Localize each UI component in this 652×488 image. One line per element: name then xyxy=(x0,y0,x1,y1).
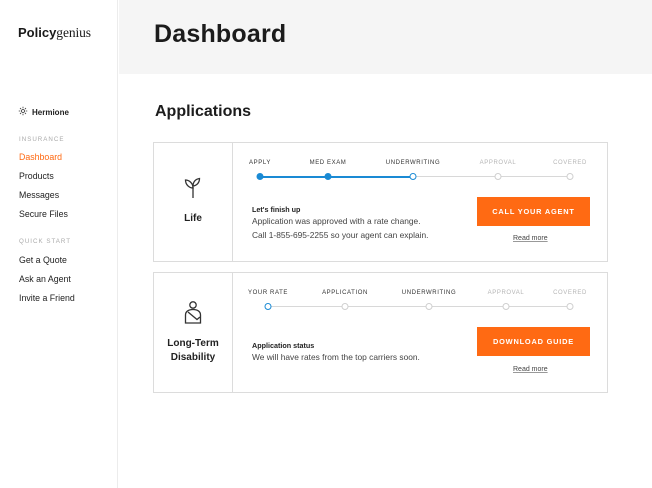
product-cell: Long-Term Disability xyxy=(154,273,233,392)
step-label: APPROVAL xyxy=(487,290,525,296)
gear-icon xyxy=(18,106,28,118)
download-guide-button[interactable]: DOWNLOAD GUIDE xyxy=(477,327,590,356)
step-label: APPROVAL xyxy=(479,160,517,166)
progress-tracker: YOUR RATE APPLICATION UNDERWRITING APPRO… xyxy=(248,290,592,320)
step-dot-future xyxy=(502,303,510,310)
step-dot-future xyxy=(425,303,433,310)
application-card-long-term-disability: Long-Term Disability YOUR RATE APPLICATI… xyxy=(153,272,608,393)
applications-title: Applications xyxy=(155,103,252,120)
person-arm-sling-icon xyxy=(183,300,203,337)
page-title: Dashboard xyxy=(154,20,287,48)
step-label: APPLICATION xyxy=(322,290,368,296)
step-dot-future xyxy=(566,173,574,180)
product-cell: Life xyxy=(154,143,233,261)
step-dot-done xyxy=(256,173,264,180)
status-message-line: Call 1-855-695-2255 so your agent can ex… xyxy=(252,230,429,240)
sidebar: Policygenius Hermione INSURANCE Dashboar… xyxy=(0,0,118,488)
application-card-life: Life APPLY MED EXAM UNDERWRITING APPROVA… xyxy=(153,142,608,262)
sidebar-item-invite-a-friend[interactable]: Invite a Friend xyxy=(19,293,75,303)
sidebar-item-dashboard[interactable]: Dashboard xyxy=(19,152,62,162)
page-header: Dashboard xyxy=(119,0,652,74)
sidebar-item-ask-an-agent[interactable]: Ask an Agent xyxy=(19,274,71,284)
status-message-line: Application was approved with a rate cha… xyxy=(252,216,421,226)
call-your-agent-button[interactable]: CALL YOUR AGENT xyxy=(477,197,590,226)
status-message-title: Application status xyxy=(252,341,315,350)
step-label: MED EXAM xyxy=(309,160,347,166)
step-label: COVERED xyxy=(553,160,587,166)
status-message-line: We will have rates from the top carriers… xyxy=(252,352,420,362)
quickstart-section-label: QUICK START xyxy=(19,238,72,245)
step-dot-future xyxy=(566,303,574,310)
step-label: APPLY xyxy=(249,160,271,166)
sprout-icon xyxy=(184,177,202,212)
step-label: UNDERWRITING xyxy=(401,290,457,296)
sidebar-item-get-a-quote[interactable]: Get a Quote xyxy=(19,255,67,265)
product-name: Life xyxy=(184,213,202,225)
sidebar-item-messages[interactable]: Messages xyxy=(19,190,59,200)
user-name: Hermione xyxy=(32,107,69,117)
step-label: YOUR RATE xyxy=(248,290,288,296)
step-dot-future xyxy=(341,303,349,310)
read-more-link[interactable]: Read more xyxy=(513,235,548,242)
step-label: UNDERWRITING xyxy=(385,160,441,166)
step-dot-future xyxy=(494,173,502,180)
step-label: COVERED xyxy=(553,290,587,296)
brand-logo[interactable]: Policygenius xyxy=(18,25,91,41)
product-name: Long-Term Disability xyxy=(167,337,219,364)
status-message-title: Let's finish up xyxy=(252,205,301,214)
step-dot-current xyxy=(264,303,272,310)
sidebar-item-secure-files[interactable]: Secure Files xyxy=(19,209,68,219)
read-more-link[interactable]: Read more xyxy=(513,366,548,373)
step-dot-done xyxy=(324,173,332,180)
insurance-section-label: INSURANCE xyxy=(19,136,65,143)
user-menu[interactable]: Hermione xyxy=(18,106,69,118)
step-dot-current xyxy=(409,173,417,180)
sidebar-item-products[interactable]: Products xyxy=(19,171,54,181)
progress-tracker: APPLY MED EXAM UNDERWRITING APPROVAL COV… xyxy=(249,160,592,190)
